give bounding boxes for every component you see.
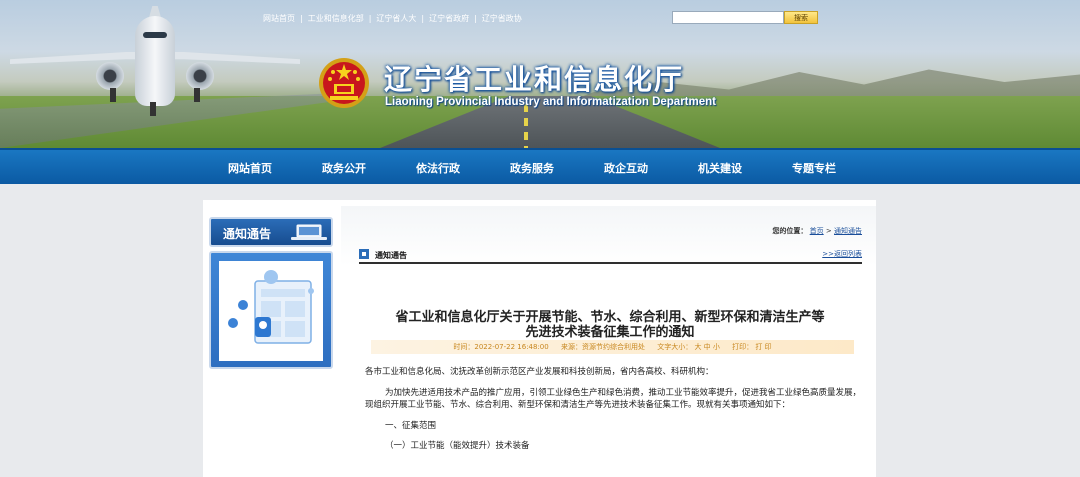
font-size-medium[interactable]: 中 xyxy=(704,343,711,351)
nav-item-law[interactable]: 依法行政 xyxy=(416,160,460,176)
content-container: 通知通告 您的位置： 首页 > 通知通告 通知通告 >>返回列表 省工业和信息化… xyxy=(203,200,876,477)
print-label: 打印： xyxy=(732,343,754,351)
site-title-cn: 辽宁省工业和信息化厅 xyxy=(384,63,685,96)
laptop-icon xyxy=(291,224,327,240)
article-body: 各市工业和信息化局、沈抚改革创新示范区产业发展和科技创新局，省内各高校、科研机构… xyxy=(365,366,863,461)
top-link-home[interactable]: 网站首页 xyxy=(258,13,300,24)
nav-item-organization[interactable]: 机关建设 xyxy=(698,160,742,176)
breadcrumb-current[interactable]: 通知通告 xyxy=(834,227,862,235)
nav-item-services[interactable]: 政务服务 xyxy=(510,160,554,176)
article-subheading: （一）工业节能（能效提升）技术装备 xyxy=(385,441,530,451)
national-emblem-icon xyxy=(319,58,369,108)
search-button[interactable]: 搜索 xyxy=(784,11,818,24)
article-paragraph: 为加快先进适用技术产品的推广应用，引领工业绿色生产和绿色消费，推动工业节能效率提… xyxy=(365,387,862,411)
top-link-cppcc[interactable]: 辽宁省政协 xyxy=(477,13,527,24)
nav-item-gov-affairs[interactable]: 政务公开 xyxy=(322,160,366,176)
banner-road-line xyxy=(524,104,528,148)
article-paragraph: 各市工业和信息化局、沈抚改革创新示范区产业发展和科技创新局，省内各高校、科研机构… xyxy=(365,367,714,377)
article-source: 来源：资源节约综合利用处 xyxy=(560,343,645,351)
section-bullet-icon xyxy=(359,249,369,259)
print-link[interactable]: 打 印 xyxy=(755,343,771,351)
sidebar-illustration-card xyxy=(209,251,333,369)
sidebar-title-box[interactable]: 通知通告 xyxy=(209,217,333,247)
sidebar-title: 通知通告 xyxy=(223,227,272,241)
nav-item-interaction[interactable]: 政企互动 xyxy=(604,160,648,176)
search-box: 搜索 xyxy=(672,11,818,24)
nav-item-home[interactable]: 网站首页 xyxy=(228,160,272,176)
site-title-en: Liaoning Provincial Industry and Informa… xyxy=(385,96,716,108)
airplane-image xyxy=(10,6,300,120)
main-nav: 网站首页 政务公开 依法行政 政务服务 政企互动 机关建设 专题专栏 xyxy=(0,148,1080,184)
top-link-npc[interactable]: 辽宁省人大 xyxy=(371,13,421,24)
article-heading: 一、征集范围 xyxy=(385,420,437,431)
top-links: 网站首页 | 工业和信息化部 | 辽宁省人大 | 辽宁省政府 | 辽宁省政协 xyxy=(258,11,527,25)
font-size-large[interactable]: 大 xyxy=(694,343,701,351)
article-title-line2: 先进技术装备征集工作的通知 xyxy=(525,325,695,340)
article-meta: 时间：2022-07-22 16:48:00 来源：资源节约综合利用处 文字大小… xyxy=(371,340,854,354)
breadcrumb-home[interactable]: 首页 xyxy=(810,227,824,235)
top-link-miit[interactable]: 工业和信息化部 xyxy=(303,13,369,24)
sidebar: 通知通告 xyxy=(209,217,339,369)
breadcrumb-label: 您的位置： xyxy=(772,227,808,235)
section-title: 通知通告 xyxy=(375,251,407,260)
article-title-line1: 省工业和信息化厅关于开展节能、节水、综合利用、新型环保和清洁生产等 xyxy=(395,310,825,325)
nav-item-topics[interactable]: 专题专栏 xyxy=(792,160,836,176)
article-title: 省工业和信息化厅关于开展节能、节水、综合利用、新型环保和清洁生产等 先进技术装备… xyxy=(365,310,855,340)
main-content: 您的位置： 首页 > 通知通告 通知通告 >>返回列表 省工业和信息化厅关于开展… xyxy=(341,206,876,477)
breadcrumb: 您的位置： 首页 > 通知通告 xyxy=(772,226,862,236)
top-link-gov[interactable]: 辽宁省政府 xyxy=(424,13,474,24)
back-to-list-link[interactable]: >>返回列表 xyxy=(822,249,862,259)
section-header: 通知通告 xyxy=(359,242,862,264)
notice-illustration-icon xyxy=(228,270,314,344)
font-size-small[interactable]: 小 xyxy=(713,343,720,351)
breadcrumb-separator: > xyxy=(825,227,832,235)
font-size-label: 文字大小： xyxy=(657,343,693,351)
search-input[interactable] xyxy=(672,11,784,24)
article-time: 时间：2022-07-22 16:48:00 xyxy=(453,343,549,351)
